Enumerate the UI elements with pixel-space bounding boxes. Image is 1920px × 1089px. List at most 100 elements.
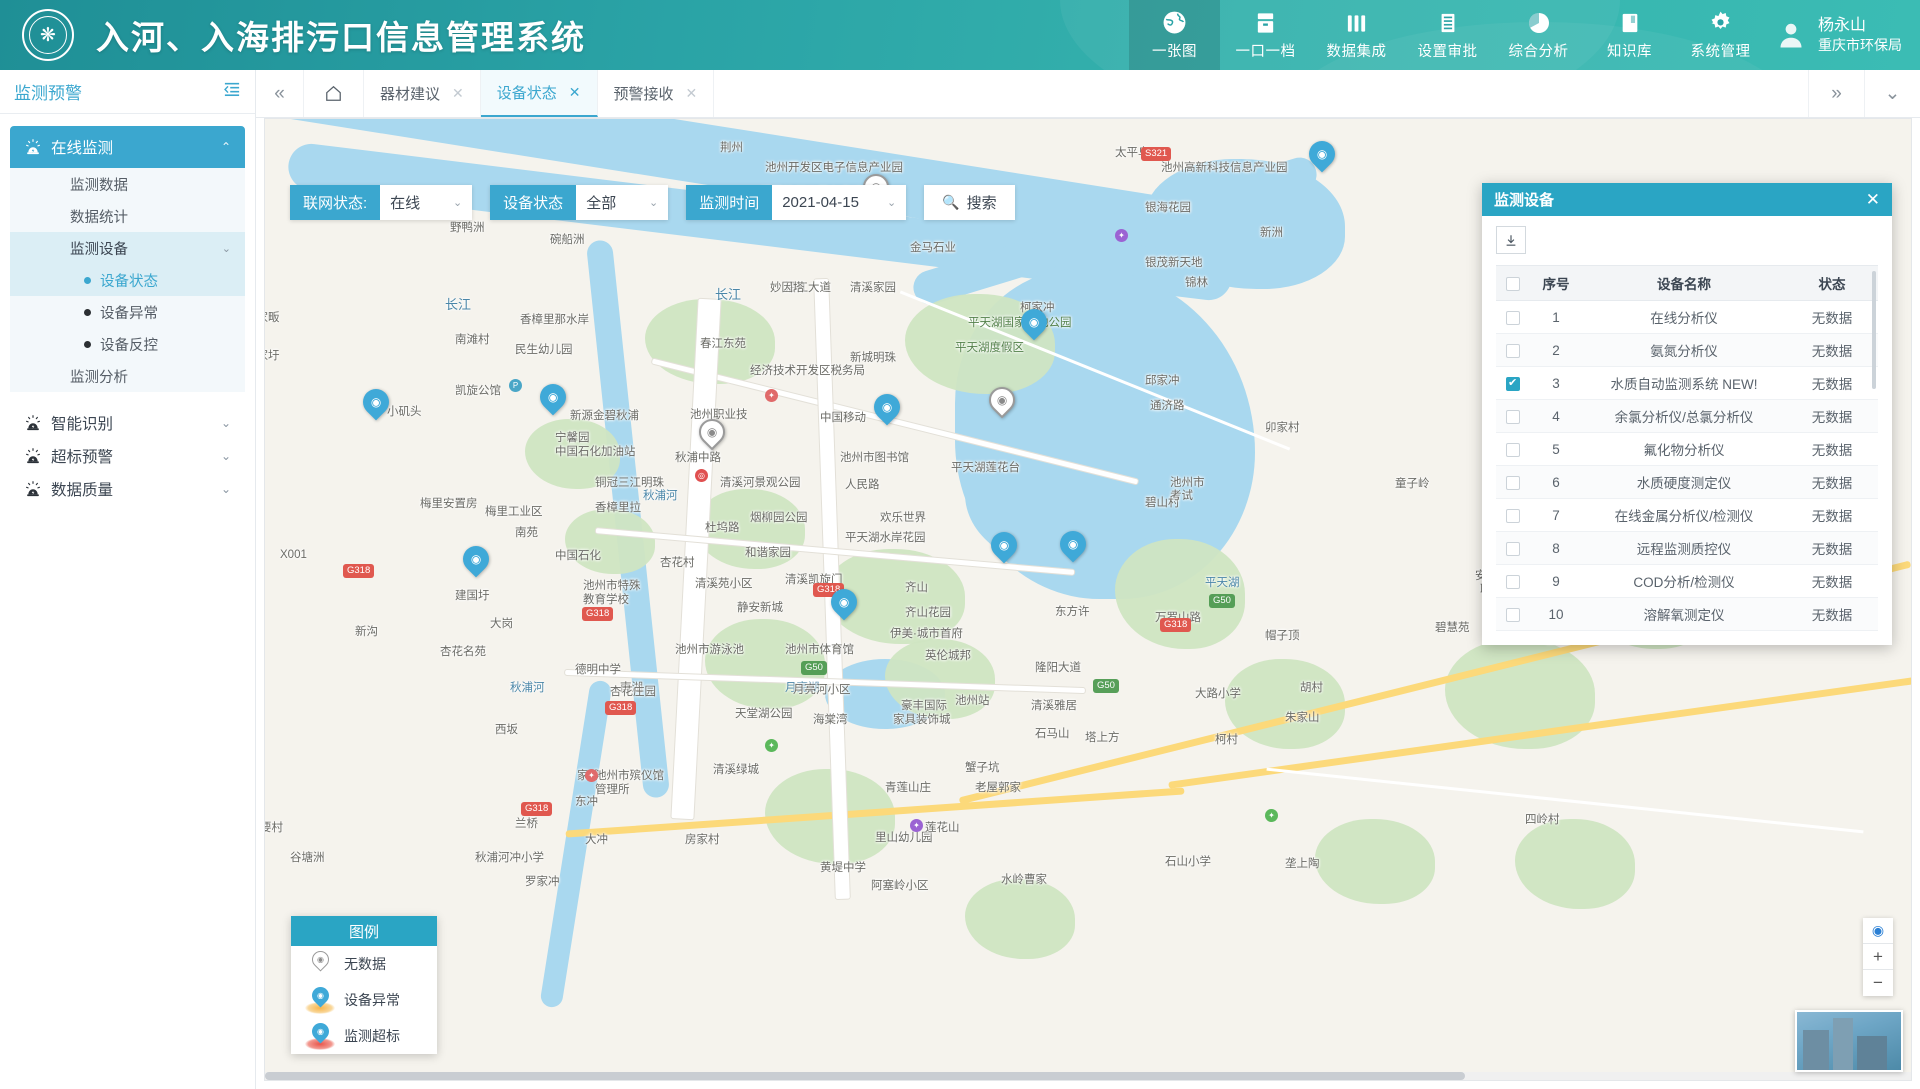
filter-value-select[interactable]: 全部 ⌄ [576, 185, 669, 220]
tab-equipment-suggestion[interactable]: 器材建议 ✕ [364, 70, 481, 117]
map-label: 香樟里拉 [595, 502, 641, 514]
row-checkbox[interactable] [1506, 607, 1520, 622]
map-label: 石山小学 [1165, 856, 1211, 868]
search-button[interactable]: 🔍 搜索 [924, 185, 1015, 220]
nav-item-shujujicheng[interactable]: 数据集成 [1311, 0, 1402, 70]
minimap-thumbnail[interactable] [1795, 1010, 1903, 1072]
map-pin-no-data[interactable]: ◉ [693, 413, 731, 453]
locate-icon[interactable]: ◉ [1863, 918, 1893, 944]
map-pin-device[interactable]: ◉ [1303, 135, 1341, 175]
sidebar-item-online-monitoring[interactable]: 在线监测 ⌃ [10, 126, 245, 168]
map-pin-device[interactable]: ◉ [457, 540, 495, 580]
table-row[interactable]: 6 水质硬度测定仪 无数据 [1496, 465, 1878, 499]
double-chevron-right-icon[interactable]: » [1808, 70, 1864, 117]
table-row[interactable]: 3 水质自动监测系统 NEW! 无数据 [1496, 366, 1878, 400]
map-pin-device[interactable]: ◉ [868, 388, 906, 428]
cell-no: 3 [1530, 366, 1582, 400]
nav-item-yizhangtu[interactable]: 一张图 [1129, 0, 1220, 70]
filter-monitoring-date[interactable]: 监测时间 2021-04-15 ⌄ [686, 185, 907, 220]
map-pin-device[interactable]: ◉ [357, 383, 395, 423]
row-checkbox[interactable] [1506, 310, 1520, 325]
sidebar-item-label: 设备状态 [100, 273, 158, 290]
sidebar-title: 监测预警 [14, 84, 82, 103]
top-navigation: 一张图 一口一档 数据集成 设置审批 综合分析 知识库 系统管理 杨永山 重庆市… [1129, 0, 1920, 70]
collapse-menu-icon[interactable] [223, 81, 241, 102]
checkbox-icon[interactable] [1506, 276, 1520, 291]
filter-value-select[interactable]: 在线 ⌄ [380, 185, 473, 220]
close-icon[interactable]: ✕ [452, 85, 464, 102]
table-row[interactable]: 5 氟化物分析仪 无数据 [1496, 432, 1878, 466]
tab-warning-reception[interactable]: 预警接收 ✕ [598, 70, 715, 117]
map-pin-device[interactable]: ◉ [825, 583, 863, 623]
table-row[interactable]: 1 在线分析仪 无数据 [1496, 300, 1878, 334]
sidebar-item-device-control[interactable]: 设备反控 [10, 328, 245, 360]
column-header-no: 序号 [1530, 265, 1582, 301]
cell-name: 在线分析仪 [1582, 300, 1786, 334]
sidebar-item-monitoring-analysis[interactable]: 监测分析 [10, 360, 245, 392]
chevron-down-icon[interactable]: ⌄ [1864, 70, 1920, 117]
sidebar-item-data-quality[interactable]: 数据质量 ⌄ [10, 472, 245, 505]
sidebar-item-exceedance-warning[interactable]: 超标预警 ⌄ [10, 439, 245, 472]
close-icon[interactable]: ✕ [1866, 191, 1880, 208]
search-label: 搜索 [966, 195, 997, 212]
nav-item-zhishiku[interactable]: 知识库 [1584, 0, 1675, 70]
filter-device-status[interactable]: 设备状态 全部 ⌄ [490, 185, 669, 220]
nav-item-xitongguanli[interactable]: 系统管理 [1675, 0, 1766, 70]
map-pin-device[interactable]: ◉ [985, 526, 1023, 566]
map-pin-device[interactable]: ◉ [534, 378, 572, 418]
sidebar-item-monitoring-devices[interactable]: 监测设备 ⌄ [10, 232, 245, 264]
row-checkbox[interactable] [1506, 541, 1520, 556]
map-poi: ✦ [910, 819, 923, 832]
user-box[interactable]: 杨永山 重庆市环保局 [1766, 0, 1920, 70]
sidebar-item-device-abnormal[interactable]: 设备异常 [10, 296, 245, 328]
table-row[interactable]: 10 溶解氧测定仪 无数据 [1496, 597, 1878, 631]
map-label: 大冲 [585, 834, 608, 846]
row-checkbox[interactable] [1506, 376, 1520, 391]
table-row[interactable]: 9 COD分析/检测仪 无数据 [1496, 564, 1878, 598]
map-label: X001 [280, 549, 307, 561]
tab-device-status[interactable]: 设备状态 ✕ [480, 70, 598, 117]
map-shield-g50: G50 [1209, 594, 1235, 609]
double-chevron-left-icon[interactable]: « [256, 70, 304, 117]
row-checkbox[interactable] [1506, 409, 1520, 424]
zoom-out-button[interactable]: − [1863, 970, 1893, 996]
table-row[interactable]: 2 氨氮分析仪 无数据 [1496, 333, 1878, 367]
nav-item-shezhishenpi[interactable]: 设置审批 [1402, 0, 1493, 70]
map-poi: ✦ [1265, 809, 1278, 822]
sidebar-item-smart-recognition[interactable]: 智能识别 ⌄ [10, 406, 245, 439]
sidebar-item-monitoring-data[interactable]: 监测数据 [10, 168, 245, 200]
sidebar-item-data-statistics[interactable]: 数据统计 [10, 200, 245, 232]
download-icon[interactable] [1496, 226, 1526, 254]
map-pin-no-data[interactable]: ◉ [983, 381, 1021, 421]
table-row[interactable]: 8 远程监测质控仪 无数据 [1496, 531, 1878, 565]
date-input[interactable]: 2021-04-15 ⌄ [772, 185, 907, 220]
map-pin-device[interactable]: ◉ [1015, 303, 1053, 343]
map-label: 兰桥 [515, 818, 538, 830]
close-icon[interactable]: ✕ [686, 85, 698, 102]
nav-item-zonghefenxi[interactable]: 综合分析 [1493, 0, 1584, 70]
row-checkbox[interactable] [1506, 574, 1520, 589]
row-checkbox[interactable] [1506, 442, 1520, 457]
map-label: 凯旋公馆 [455, 385, 501, 397]
filter-network-status[interactable]: 联网状态: 在线 ⌄ [290, 185, 473, 220]
close-icon[interactable]: ✕ [569, 84, 581, 101]
row-checkbox[interactable] [1506, 508, 1520, 523]
map-shield-g318: G318 [1160, 618, 1192, 633]
row-checkbox[interactable] [1506, 343, 1520, 358]
home-icon[interactable] [304, 70, 364, 117]
zoom-in-button[interactable]: + [1863, 944, 1893, 970]
table-row[interactable]: 4 余氯分析仪/总氯分析仪 无数据 [1496, 399, 1878, 433]
map-label: 南苑 [515, 527, 538, 539]
map-label: 东方许 [1055, 606, 1090, 618]
map-label: 中国移动 [820, 412, 866, 424]
map-label: 建国圩 [455, 590, 490, 602]
map-horizontal-scrollbar[interactable] [265, 1072, 1911, 1080]
row-checkbox[interactable] [1506, 475, 1520, 490]
sidebar-item-device-status[interactable]: 设备状态 [10, 264, 245, 296]
map-pin-device[interactable]: ◉ [1054, 525, 1092, 565]
table-row[interactable]: 7 在线金属分析仪/检测仪 无数据 [1496, 498, 1878, 532]
nav-item-yikouyidang[interactable]: 一口一档 [1220, 0, 1311, 70]
map-label: 锦林 [1185, 277, 1208, 289]
panel-scrollbar[interactable] [1872, 271, 1876, 389]
map-label: 新洲 [1260, 227, 1283, 239]
